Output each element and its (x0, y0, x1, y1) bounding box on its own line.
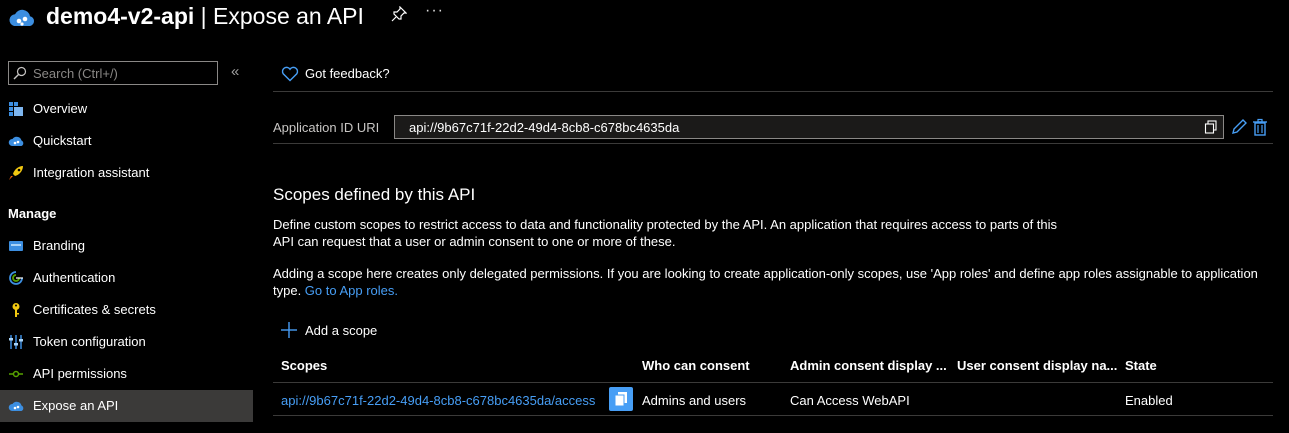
who-can-consent-cell: Admins and users (642, 393, 747, 408)
api-permissions-icon (9, 370, 23, 378)
table-header-divider (273, 382, 1273, 383)
column-header-who-can-consent[interactable]: Who can consent (642, 358, 750, 373)
divider (273, 143, 1273, 144)
sidebar-item-label: Branding (33, 238, 86, 253)
pin-icon[interactable] (391, 6, 407, 22)
key-icon (12, 303, 20, 317)
sidebar-item-integration-assistant[interactable]: Integration assistant (0, 157, 253, 189)
sidebar-item-authentication[interactable]: Authentication (0, 262, 253, 294)
heart-icon (281, 66, 299, 82)
sidebar-item-label: Certificates & secrets (33, 302, 156, 317)
copy-scope-button[interactable] (609, 387, 633, 411)
table-row-divider (273, 415, 1273, 416)
add-scope-label: Add a scope (305, 323, 378, 338)
scopes-section-title: Scopes defined by this API (273, 185, 476, 204)
rocket-icon (9, 166, 23, 180)
app-id-uri-label: Application ID URI (273, 120, 380, 135)
sidebar-item-label: Overview (33, 101, 88, 116)
title-separator: | (194, 3, 214, 29)
page-header: demo4-v2-api | Expose an API ··· (0, 0, 1289, 34)
sidebar-item-api-permissions[interactable]: API permissions (0, 358, 253, 390)
sidebar-item-token-configuration[interactable]: Token configuration (0, 326, 253, 358)
delete-icon[interactable] (1251, 118, 1269, 136)
page-title: demo4-v2-api | Expose an API (46, 1, 364, 31)
note-line: type. Go to App roles. (273, 282, 1263, 299)
app-id-uri-value: api://9b67c71f-22d2-49d4-8cb8-c678bc4635… (409, 120, 680, 135)
app-registration-icon (9, 9, 35, 26)
admin-consent-display-cell: Can Access WebAPI (790, 393, 910, 408)
column-header-state[interactable]: State (1125, 358, 1157, 373)
sidebar-item-branding[interactable]: Branding (0, 230, 253, 262)
page-title-text: Expose an API (213, 3, 364, 29)
plus-icon (281, 322, 297, 338)
feedback-label: Got feedback? (305, 66, 390, 81)
sidebar-item-label: Expose an API (33, 398, 119, 413)
quickstart-icon (8, 136, 24, 146)
column-header-admin-consent-display[interactable]: Admin consent display ... (790, 358, 947, 373)
scopes-description-line: Define custom scopes to restrict access … (273, 217, 1058, 232)
column-header-user-consent-display[interactable]: User consent display na... (957, 358, 1117, 373)
sidebar-item-label: Authentication (33, 270, 116, 285)
go-to-app-roles-link[interactable]: Go to App roles. (305, 283, 398, 298)
sidebar-item-label: Quickstart (33, 133, 92, 148)
sidebar-item-label: Integration assistant (33, 165, 150, 180)
column-header-scopes[interactable]: Scopes (281, 358, 327, 373)
sidebar-item-certificates-secrets[interactable]: Certificates & secrets (0, 294, 253, 326)
sidebar-item-label: Token configuration (33, 334, 146, 349)
branding-icon (9, 241, 23, 251)
scopes-description-line: API can request that a user or admin con… (273, 234, 676, 249)
delegated-permissions-note: Adding a scope here creates only delegat… (273, 265, 1263, 299)
overview-icon (9, 102, 23, 116)
app-name: demo4-v2-api (46, 3, 195, 29)
sidebar: Search (Ctrl+/) « Overview Quickstart In… (0, 56, 256, 433)
divider (273, 91, 1273, 92)
sidebar-item-quickstart[interactable]: Quickstart (0, 125, 253, 157)
sidebar-item-expose-an-api[interactable]: Expose an API (0, 390, 253, 422)
more-options-button[interactable]: ··· (425, 2, 444, 20)
sidebar-item-label: API permissions (33, 366, 127, 381)
sidebar-item-overview[interactable]: Overview (0, 93, 253, 125)
search-placeholder: Search (Ctrl+/) (33, 66, 118, 81)
app-id-uri-field[interactable]: api://9b67c71f-22d2-49d4-8cb8-c678bc4635… (394, 115, 1224, 139)
note-line-prefix: type. (273, 283, 305, 298)
copy-icon (614, 392, 627, 407)
scope-link[interactable]: api://9b67c71f-22d2-49d4-8cb8-c678bc4635… (281, 393, 595, 408)
token-config-icon (9, 335, 23, 349)
scopes-description: Define custom scopes to restrict access … (273, 216, 1263, 250)
copy-icon[interactable] (1204, 120, 1218, 134)
search-input[interactable]: Search (Ctrl+/) (8, 61, 218, 85)
manage-section-label: Manage (8, 206, 57, 221)
cloud-icon (8, 401, 24, 411)
note-line: Adding a scope here creates only delegat… (273, 266, 1258, 281)
authentication-icon (9, 271, 23, 285)
edit-icon[interactable] (1230, 118, 1248, 136)
search-icon (13, 66, 27, 80)
state-cell: Enabled (1125, 393, 1173, 408)
collapse-sidebar-button[interactable]: « (231, 63, 239, 80)
